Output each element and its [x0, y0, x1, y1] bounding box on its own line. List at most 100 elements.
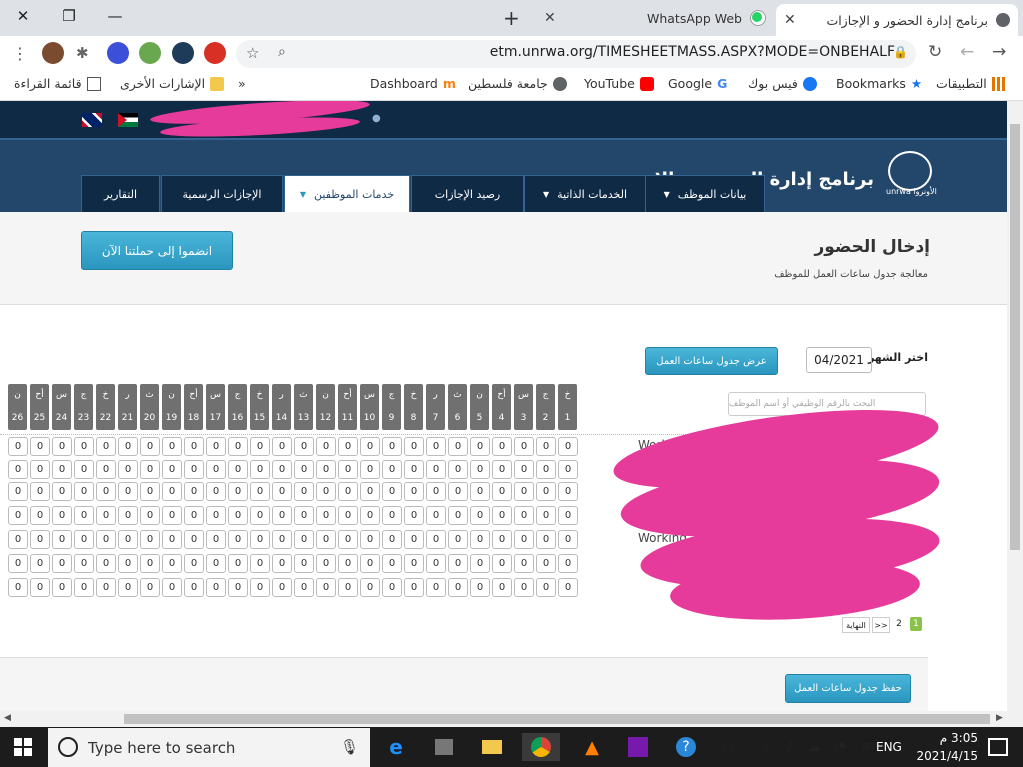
hours-input[interactable]: 0: [492, 578, 512, 597]
hours-input[interactable]: 0: [360, 460, 380, 479]
hours-input[interactable]: 0: [514, 554, 534, 573]
hours-input[interactable]: 0: [118, 460, 138, 479]
close-tab-icon[interactable]: ✕: [784, 12, 796, 28]
hours-input[interactable]: 0: [426, 530, 446, 549]
hours-input[interactable]: 0: [316, 530, 336, 549]
hours-input[interactable]: 0: [338, 437, 358, 456]
hours-input[interactable]: 0: [492, 530, 512, 549]
hours-input[interactable]: 0: [536, 530, 556, 549]
pager-page[interactable]: 2: [892, 617, 906, 631]
hours-input[interactable]: 0: [228, 437, 248, 456]
extension-icon[interactable]: [139, 42, 161, 64]
hours-input[interactable]: 0: [404, 578, 424, 597]
hours-input[interactable]: 0: [448, 530, 468, 549]
hours-input[interactable]: 0: [74, 554, 94, 573]
store-icon[interactable]: [430, 733, 458, 761]
hours-input[interactable]: 0: [536, 482, 556, 501]
bookmark-palestine-university[interactable]: جامعة فلسطين: [468, 76, 567, 91]
hours-input[interactable]: 0: [492, 460, 512, 479]
hours-input[interactable]: 0: [294, 578, 314, 597]
hours-input[interactable]: 0: [250, 554, 270, 573]
hours-input[interactable]: 0: [228, 530, 248, 549]
url-text[interactable]: etm.unrwa.org/TIMESHEETMASS.ASPX?MODE=ON…: [490, 44, 895, 60]
hours-input[interactable]: 0: [448, 578, 468, 597]
close-tab-icon[interactable]: ✕: [544, 10, 556, 26]
hours-input[interactable]: 0: [272, 437, 292, 456]
hours-input[interactable]: 0: [426, 460, 446, 479]
hours-input[interactable]: 0: [52, 482, 72, 501]
hours-input[interactable]: 0: [228, 578, 248, 597]
hours-input[interactable]: 0: [316, 506, 336, 525]
hours-input[interactable]: 0: [294, 506, 314, 525]
hours-input[interactable]: 0: [52, 530, 72, 549]
hours-input[interactable]: 0: [74, 437, 94, 456]
nav-official-holidays[interactable]: الإجازات الرسمية: [161, 175, 283, 212]
notifications-icon[interactable]: [984, 733, 1012, 761]
bookmark-google[interactable]: Google G: [668, 76, 727, 91]
hours-input[interactable]: 0: [338, 530, 358, 549]
hours-input[interactable]: 0: [250, 482, 270, 501]
hours-input[interactable]: 0: [250, 506, 270, 525]
hours-input[interactable]: 0: [8, 554, 28, 573]
hours-input[interactable]: 0: [448, 437, 468, 456]
network-icon[interactable]: ◔: [826, 733, 854, 761]
edge-icon[interactable]: e: [382, 733, 410, 761]
vertical-scroll-thumb[interactable]: [1010, 124, 1020, 550]
hours-input[interactable]: 0: [96, 554, 116, 573]
hours-input[interactable]: 0: [492, 482, 512, 501]
people-icon[interactable]: ⚇: [714, 733, 742, 761]
hours-input[interactable]: 0: [294, 482, 314, 501]
bookmark-facebook[interactable]: فيس بوك: [748, 76, 817, 91]
hours-input[interactable]: 0: [74, 578, 94, 597]
hours-input[interactable]: 0: [8, 437, 28, 456]
hours-input[interactable]: 0: [470, 482, 490, 501]
hours-input[interactable]: 0: [448, 460, 468, 479]
hours-input[interactable]: 0: [536, 460, 556, 479]
hours-input[interactable]: 0: [118, 554, 138, 573]
hours-input[interactable]: 0: [470, 578, 490, 597]
hours-input[interactable]: 0: [96, 530, 116, 549]
hours-input[interactable]: 0: [316, 437, 336, 456]
avatar[interactable]: [42, 42, 64, 64]
hours-input[interactable]: 0: [470, 530, 490, 549]
hours-input[interactable]: 0: [250, 530, 270, 549]
hours-input[interactable]: 0: [404, 554, 424, 573]
microphone-icon[interactable]: 🎙: [340, 738, 359, 756]
hours-input[interactable]: 0: [514, 578, 534, 597]
hours-input[interactable]: 0: [382, 578, 402, 597]
hours-input[interactable]: 0: [206, 482, 226, 501]
back-icon[interactable]: ←: [960, 42, 974, 62]
hours-input[interactable]: 0: [272, 530, 292, 549]
hours-input[interactable]: 0: [184, 482, 204, 501]
file-explorer-icon[interactable]: [478, 733, 506, 761]
clock-time[interactable]: 3:05 م: [912, 731, 978, 745]
chrome-icon[interactable]: [522, 733, 560, 761]
hours-input[interactable]: 0: [30, 437, 50, 456]
hours-input[interactable]: 0: [426, 482, 446, 501]
hours-input[interactable]: 0: [382, 482, 402, 501]
hours-input[interactable]: 0: [30, 530, 50, 549]
hours-input[interactable]: 0: [96, 578, 116, 597]
bookmark-youtube[interactable]: YouTube: [584, 76, 654, 91]
hours-input[interactable]: 0: [382, 530, 402, 549]
hours-input[interactable]: 0: [184, 578, 204, 597]
bookmarks-overflow[interactable]: »: [238, 76, 246, 91]
hours-input[interactable]: 0: [536, 554, 556, 573]
hours-input[interactable]: 0: [140, 460, 160, 479]
hours-input[interactable]: 0: [140, 482, 160, 501]
hours-input[interactable]: 0: [492, 506, 512, 525]
hours-input[interactable]: 0: [140, 578, 160, 597]
hours-input[interactable]: 0: [74, 506, 94, 525]
reload-icon[interactable]: ↻: [928, 42, 942, 62]
hours-input[interactable]: 0: [558, 530, 578, 549]
hours-input[interactable]: 0: [8, 460, 28, 479]
hours-input[interactable]: 0: [52, 506, 72, 525]
hours-input[interactable]: 0: [338, 578, 358, 597]
hours-input[interactable]: 0: [184, 506, 204, 525]
nav-employee-services[interactable]: خدمات الموظفين ▼: [284, 175, 410, 213]
hours-input[interactable]: 0: [558, 460, 578, 479]
hours-input[interactable]: 0: [360, 437, 380, 456]
english-flag-icon[interactable]: [82, 113, 102, 127]
hours-input[interactable]: 0: [404, 460, 424, 479]
hours-input[interactable]: 0: [448, 506, 468, 525]
